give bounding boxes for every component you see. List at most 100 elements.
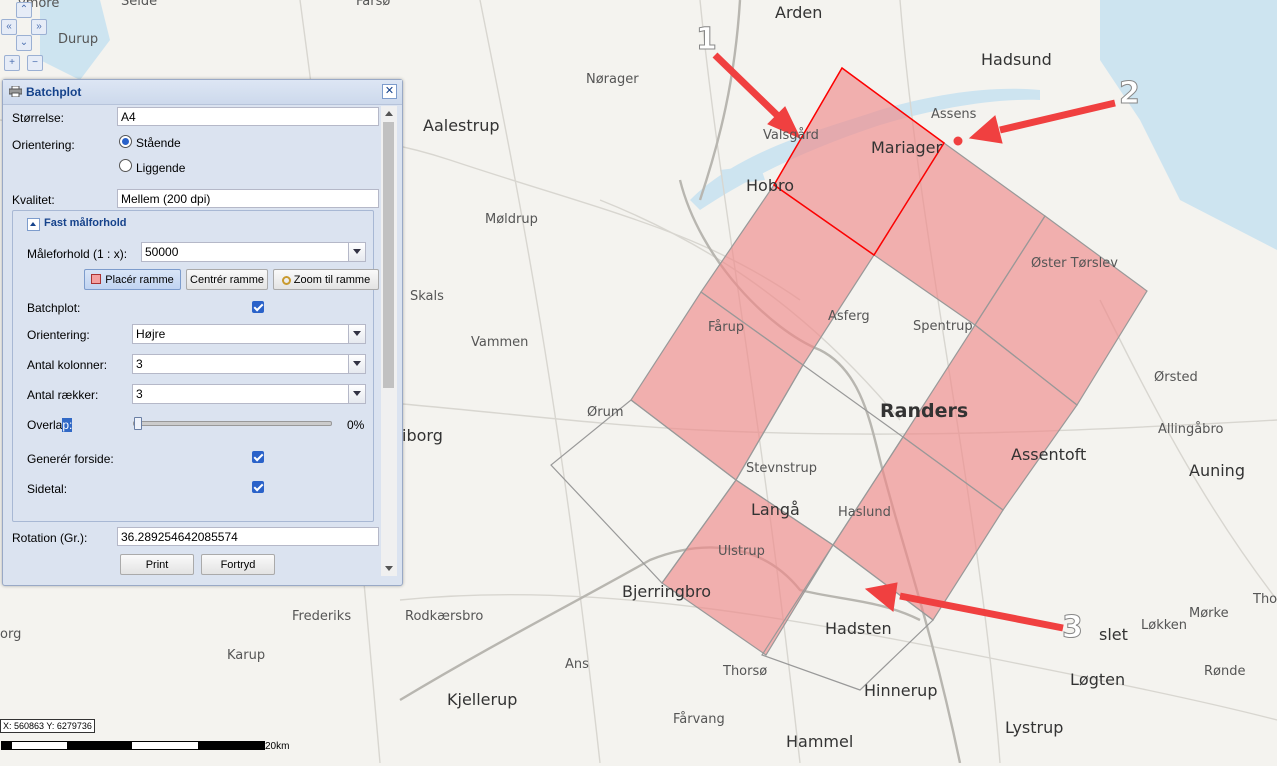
rows-combo[interactable]: 3 bbox=[132, 384, 366, 404]
zoom-out-icon[interactable]: − bbox=[27, 55, 43, 71]
place-label: Hinnerup bbox=[864, 681, 938, 700]
zoom-in-icon[interactable]: + bbox=[4, 55, 20, 71]
place-frame-button[interactable]: Placér ramme bbox=[84, 269, 181, 290]
quality-label: Kvalitet: bbox=[12, 193, 55, 207]
scale-bar bbox=[1, 741, 265, 750]
scroll-down-icon[interactable] bbox=[385, 566, 393, 571]
cancel-button[interactable]: Fortryd bbox=[201, 554, 275, 575]
collapse-icon[interactable] bbox=[27, 218, 40, 231]
place-label: Aalestrup bbox=[423, 116, 500, 135]
center-frame-button[interactable]: Centrér ramme bbox=[186, 269, 268, 290]
chevron-down-icon[interactable] bbox=[348, 325, 365, 343]
place-label: Frederiks bbox=[292, 609, 352, 624]
panel-body: Størrelse: A4 Orientering: Stående Ligge… bbox=[7, 106, 381, 576]
size-label: Størrelse: bbox=[12, 111, 65, 125]
batchplot-label: Batchplot: bbox=[27, 301, 81, 315]
cover-checkbox[interactable] bbox=[252, 451, 264, 463]
pagenum-checkbox[interactable] bbox=[252, 481, 264, 493]
place-label: Arden bbox=[775, 3, 823, 22]
place-label: Fårup bbox=[708, 320, 745, 335]
overlap-value: 0% bbox=[347, 418, 365, 432]
frame-icon bbox=[91, 274, 102, 284]
scale-label: 20km bbox=[265, 741, 290, 752]
place-label: Mørke bbox=[1189, 606, 1229, 621]
place-label: Hobro bbox=[746, 176, 794, 195]
place-label: Assens bbox=[931, 107, 977, 122]
chevron-down-icon[interactable] bbox=[348, 385, 365, 403]
rows-value: 3 bbox=[136, 387, 143, 401]
place-label: Selde bbox=[121, 0, 158, 9]
size-field[interactable]: A4 bbox=[117, 107, 379, 126]
overlap-slider-track[interactable] bbox=[133, 421, 332, 426]
landscape-radio[interactable] bbox=[119, 159, 132, 172]
portrait-label: Stående bbox=[136, 136, 181, 150]
place-label: Karup bbox=[227, 648, 266, 663]
callout-3: 3 bbox=[1062, 610, 1084, 646]
overlap-slider-thumb[interactable] bbox=[134, 417, 142, 430]
place-label: Tho bbox=[1253, 592, 1277, 607]
place-label: Fårvang bbox=[673, 712, 725, 727]
pan-right-icon[interactable]: » bbox=[31, 19, 47, 35]
scale-combo[interactable]: 50000 bbox=[141, 242, 366, 262]
columns-value: 3 bbox=[136, 357, 143, 371]
place-label: Ørum bbox=[587, 405, 624, 420]
place-label: Øster Tørslev bbox=[1031, 256, 1118, 271]
rows-label: Antal rækker: bbox=[27, 388, 99, 402]
place-label: slet bbox=[1099, 625, 1128, 644]
place-label: Rodkærsbro bbox=[405, 609, 484, 624]
place-label: Durup bbox=[58, 32, 99, 47]
pan-down-icon[interactable]: ⌄ bbox=[16, 35, 32, 51]
quality-field[interactable]: Mellem (200 dpi) bbox=[117, 189, 379, 208]
place-frame-label: Placér ramme bbox=[105, 274, 174, 286]
plot-page[interactable] bbox=[661, 479, 834, 656]
place-label: Ulstrup bbox=[718, 544, 765, 559]
batch-orientation-value: Højre bbox=[136, 327, 166, 341]
panel-header[interactable]: Batchplot ✕ bbox=[3, 80, 402, 105]
batch-orientation-label: Orientering: bbox=[27, 328, 90, 342]
print-button[interactable]: Print bbox=[120, 554, 194, 575]
scale-value: 50000 bbox=[145, 245, 179, 259]
place-label: Møldrup bbox=[485, 212, 538, 227]
scroll-up-icon[interactable] bbox=[385, 111, 393, 116]
place-label: Lystrup bbox=[1005, 718, 1064, 737]
pagenum-label: Sidetal: bbox=[27, 482, 68, 496]
scale-segment bbox=[67, 742, 132, 749]
rotation-label: Rotation (Gr.): bbox=[12, 531, 88, 545]
pan-left-icon[interactable]: « bbox=[1, 19, 17, 35]
batchplot-checkbox[interactable] bbox=[252, 301, 264, 313]
portrait-radio[interactable] bbox=[119, 135, 132, 148]
place-label: Hadsund bbox=[981, 50, 1052, 69]
batchplot-panel: Batchplot ✕ Størrelse: A4 Orientering: S… bbox=[2, 79, 403, 586]
place-label: Allingåbro bbox=[1158, 422, 1224, 437]
panel-title: Batchplot bbox=[26, 85, 82, 99]
pan-up-icon[interactable]: ⌃ bbox=[16, 2, 32, 18]
overlap-label-a: Overla bbox=[27, 418, 63, 432]
place-label: Thorsø bbox=[723, 664, 768, 679]
magnifier-icon bbox=[281, 276, 291, 285]
zoom-frame-label: Zoom til ramme bbox=[293, 274, 371, 286]
fixed-scale-legend: Fast målforhold bbox=[41, 217, 130, 229]
zoom-frame-button[interactable]: Zoom til ramme bbox=[273, 269, 379, 290]
place-label: Assentoft bbox=[1011, 445, 1087, 464]
scale-segment bbox=[2, 742, 12, 749]
batch-orientation-combo[interactable]: Højre bbox=[132, 324, 366, 344]
place-label: org bbox=[0, 627, 22, 642]
columns-combo[interactable]: 3 bbox=[132, 354, 366, 374]
scale-segment bbox=[198, 742, 264, 749]
rotation-field[interactable]: 36.289254642085574 bbox=[117, 527, 379, 546]
printer-icon bbox=[9, 86, 22, 97]
place-label: Løgten bbox=[1070, 670, 1126, 689]
chevron-down-icon[interactable] bbox=[348, 355, 365, 373]
callout-2: 2 bbox=[1119, 76, 1141, 112]
place-label: iborg bbox=[402, 426, 443, 445]
cover-label: Generér forside: bbox=[27, 452, 114, 466]
panel-scrollbar[interactable] bbox=[381, 106, 397, 576]
overlap-label: Overlap: bbox=[27, 418, 73, 432]
place-label: Nørager bbox=[586, 72, 639, 87]
scrollbar-thumb[interactable] bbox=[383, 122, 394, 388]
place-label: Ans bbox=[565, 657, 589, 672]
place-label: Stevnstrup bbox=[746, 461, 817, 476]
place-label: Skals bbox=[410, 289, 444, 304]
chevron-down-icon[interactable] bbox=[348, 243, 365, 261]
close-icon[interactable]: ✕ bbox=[382, 84, 397, 99]
